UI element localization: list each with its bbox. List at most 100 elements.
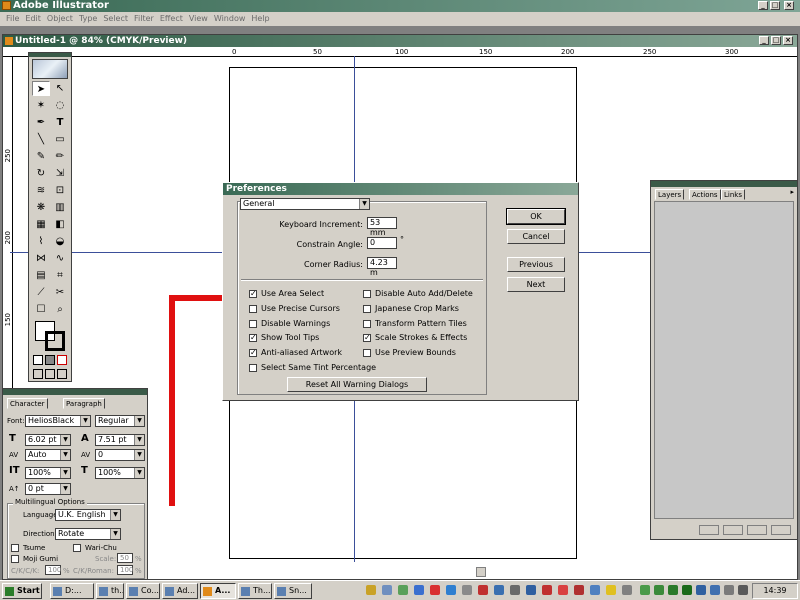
- cjk-field[interactable]: 100: [45, 565, 61, 575]
- menu-file[interactable]: File: [3, 12, 22, 26]
- paint-bucket-tool-icon[interactable]: ◒: [51, 234, 69, 249]
- scale-field[interactable]: 50: [117, 553, 133, 563]
- menu-filter[interactable]: Filter: [131, 12, 157, 26]
- tab-actions[interactable]: Actions: [689, 189, 721, 200]
- task-button[interactable]: Sn...: [274, 583, 312, 599]
- menu-select[interactable]: Select: [100, 12, 131, 26]
- direction-select[interactable]: Rotate ▼: [55, 528, 121, 540]
- font-select[interactable]: HeliosBlack ▼: [25, 415, 91, 427]
- tray-icon[interactable]: [682, 585, 692, 595]
- reset-warning-dialogs-button[interactable]: Reset All Warning Dialogs: [287, 377, 427, 392]
- quicklaunch-icon[interactable]: [382, 585, 392, 595]
- use-preview-bounds-checkbox[interactable]: [363, 349, 371, 357]
- free-transform-tool-icon[interactable]: ⊡: [51, 183, 69, 198]
- quicklaunch-icon[interactable]: [510, 585, 520, 595]
- quicklaunch-icon[interactable]: [478, 585, 488, 595]
- keyboard-increment-field[interactable]: 53 mm: [367, 217, 397, 237]
- task-button[interactable]: Ad...: [162, 583, 198, 599]
- menu-object[interactable]: Object: [44, 12, 76, 26]
- tab-paragraph[interactable]: Paragraph: [63, 398, 105, 409]
- menu-window[interactable]: Window: [211, 12, 249, 26]
- menu-help[interactable]: Help: [248, 12, 272, 26]
- document-titlebar[interactable]: Untitled-1 @ 84% (CMYK/Preview) _ □ ×: [3, 35, 797, 47]
- menu-type[interactable]: Type: [76, 12, 100, 26]
- quicklaunch-icon[interactable]: [574, 585, 584, 595]
- quicklaunch-icon[interactable]: [430, 585, 440, 595]
- speaker-icon[interactable]: [738, 585, 748, 595]
- task-button[interactable]: th...: [96, 583, 124, 599]
- cancel-button[interactable]: Cancel: [507, 229, 565, 244]
- standard-screen-mode-icon[interactable]: [33, 369, 43, 379]
- pen-tool-icon[interactable]: ✒: [32, 115, 50, 130]
- japanese-crop-marks-checkbox[interactable]: [363, 305, 371, 313]
- tray-icon[interactable]: [724, 585, 734, 595]
- use-area-select-checkbox[interactable]: ✓: [249, 290, 257, 298]
- blend-tool-icon[interactable]: ⋈: [32, 251, 50, 266]
- auto-trace-tool-icon[interactable]: ∿: [51, 251, 69, 266]
- toolbox-titlebar[interactable]: [29, 53, 71, 57]
- task-button[interactable]: Th...: [238, 583, 272, 599]
- full-screen-menu-mode-icon[interactable]: [45, 369, 55, 379]
- use-precise-cursors-checkbox[interactable]: [249, 305, 257, 313]
- scrollbar-thumb[interactable]: [476, 567, 486, 577]
- trash-icon[interactable]: [771, 525, 791, 535]
- tsume-checkbox[interactable]: [11, 544, 19, 552]
- layers-panel-titlebar[interactable]: [651, 181, 797, 187]
- tracking-field[interactable]: 0 ▼: [95, 449, 145, 461]
- panel-menu-icon[interactable]: ▸: [790, 188, 794, 196]
- column-graph-tool-icon[interactable]: ▤: [32, 268, 50, 283]
- make-clipping-mask-icon[interactable]: [723, 525, 743, 535]
- slice-tool-icon[interactable]: ⌗: [51, 268, 69, 283]
- quicklaunch-icon[interactable]: [526, 585, 536, 595]
- vertical-scale-field[interactable]: 100% ▼: [25, 467, 71, 479]
- type-tool-icon[interactable]: T: [51, 115, 69, 130]
- baseline-shift-field[interactable]: 0 pt ▼: [25, 483, 71, 495]
- font-style-select[interactable]: Regular ▼: [95, 415, 145, 427]
- eyedropper-tool-icon[interactable]: ⌇: [32, 234, 50, 249]
- character-panel-titlebar[interactable]: [3, 389, 147, 395]
- menu-effect[interactable]: Effect: [157, 12, 186, 26]
- task-button-active[interactable]: A...: [200, 583, 236, 599]
- quicklaunch-icon[interactable]: [558, 585, 568, 595]
- direct-selection-tool-icon[interactable]: ↖: [51, 81, 69, 96]
- knife-tool-icon[interactable]: ⟋: [32, 285, 50, 300]
- doc-maximize-icon[interactable]: □: [771, 36, 781, 45]
- doc-minimize-icon[interactable]: _: [759, 36, 769, 45]
- tray-icon[interactable]: [696, 585, 706, 595]
- color-mode-icon[interactable]: [33, 355, 43, 365]
- select-same-tint-checkbox[interactable]: [249, 364, 257, 372]
- wari-chu-checkbox[interactable]: [73, 544, 81, 552]
- close-icon[interactable]: ×: [784, 1, 794, 10]
- new-sublayer-icon[interactable]: [699, 525, 719, 535]
- quicklaunch-icon[interactable]: [590, 585, 600, 595]
- cjk-roman-field[interactable]: 100: [117, 565, 133, 575]
- font-size-field[interactable]: 6.02 pt ▼: [25, 434, 71, 446]
- leading-field[interactable]: 7.51 pt ▼: [95, 434, 145, 446]
- task-button[interactable]: Co...: [126, 583, 160, 599]
- quicklaunch-icon[interactable]: [366, 585, 376, 595]
- tab-character[interactable]: Character: [7, 398, 48, 409]
- none-mode-icon[interactable]: [57, 355, 67, 365]
- anti-aliased-artwork-checkbox[interactable]: ✓: [249, 349, 257, 357]
- selection-tool-icon[interactable]: ➤: [32, 81, 50, 96]
- magic-wand-tool-icon[interactable]: ✶: [32, 98, 50, 113]
- disable-warnings-checkbox[interactable]: [249, 320, 257, 328]
- stroke-color-swatch[interactable]: [45, 331, 65, 351]
- horizontal-ruler[interactable]: 0 50 100 150 200 250 300: [3, 47, 797, 57]
- scissors-tool-icon[interactable]: ✂: [51, 285, 69, 300]
- corner-radius-field[interactable]: 4.23 m: [367, 257, 397, 277]
- gradient-mode-icon[interactable]: [45, 355, 55, 365]
- new-layer-icon[interactable]: [747, 525, 767, 535]
- warp-tool-icon[interactable]: ≋: [32, 183, 50, 198]
- full-screen-mode-icon[interactable]: [57, 369, 67, 379]
- quicklaunch-icon[interactable]: [542, 585, 552, 595]
- pencil-tool-icon[interactable]: ✏: [51, 149, 69, 164]
- lasso-tool-icon[interactable]: ◌: [51, 98, 69, 113]
- quicklaunch-icon[interactable]: [494, 585, 504, 595]
- horizontal-scale-field[interactable]: 100% ▼: [95, 467, 145, 479]
- rotate-tool-icon[interactable]: ↻: [32, 166, 50, 181]
- scale-tool-icon[interactable]: ⇲: [51, 166, 69, 181]
- ok-button[interactable]: OK: [506, 208, 566, 225]
- paintbrush-tool-icon[interactable]: ✎: [32, 149, 50, 164]
- transform-pattern-tiles-checkbox[interactable]: [363, 320, 371, 328]
